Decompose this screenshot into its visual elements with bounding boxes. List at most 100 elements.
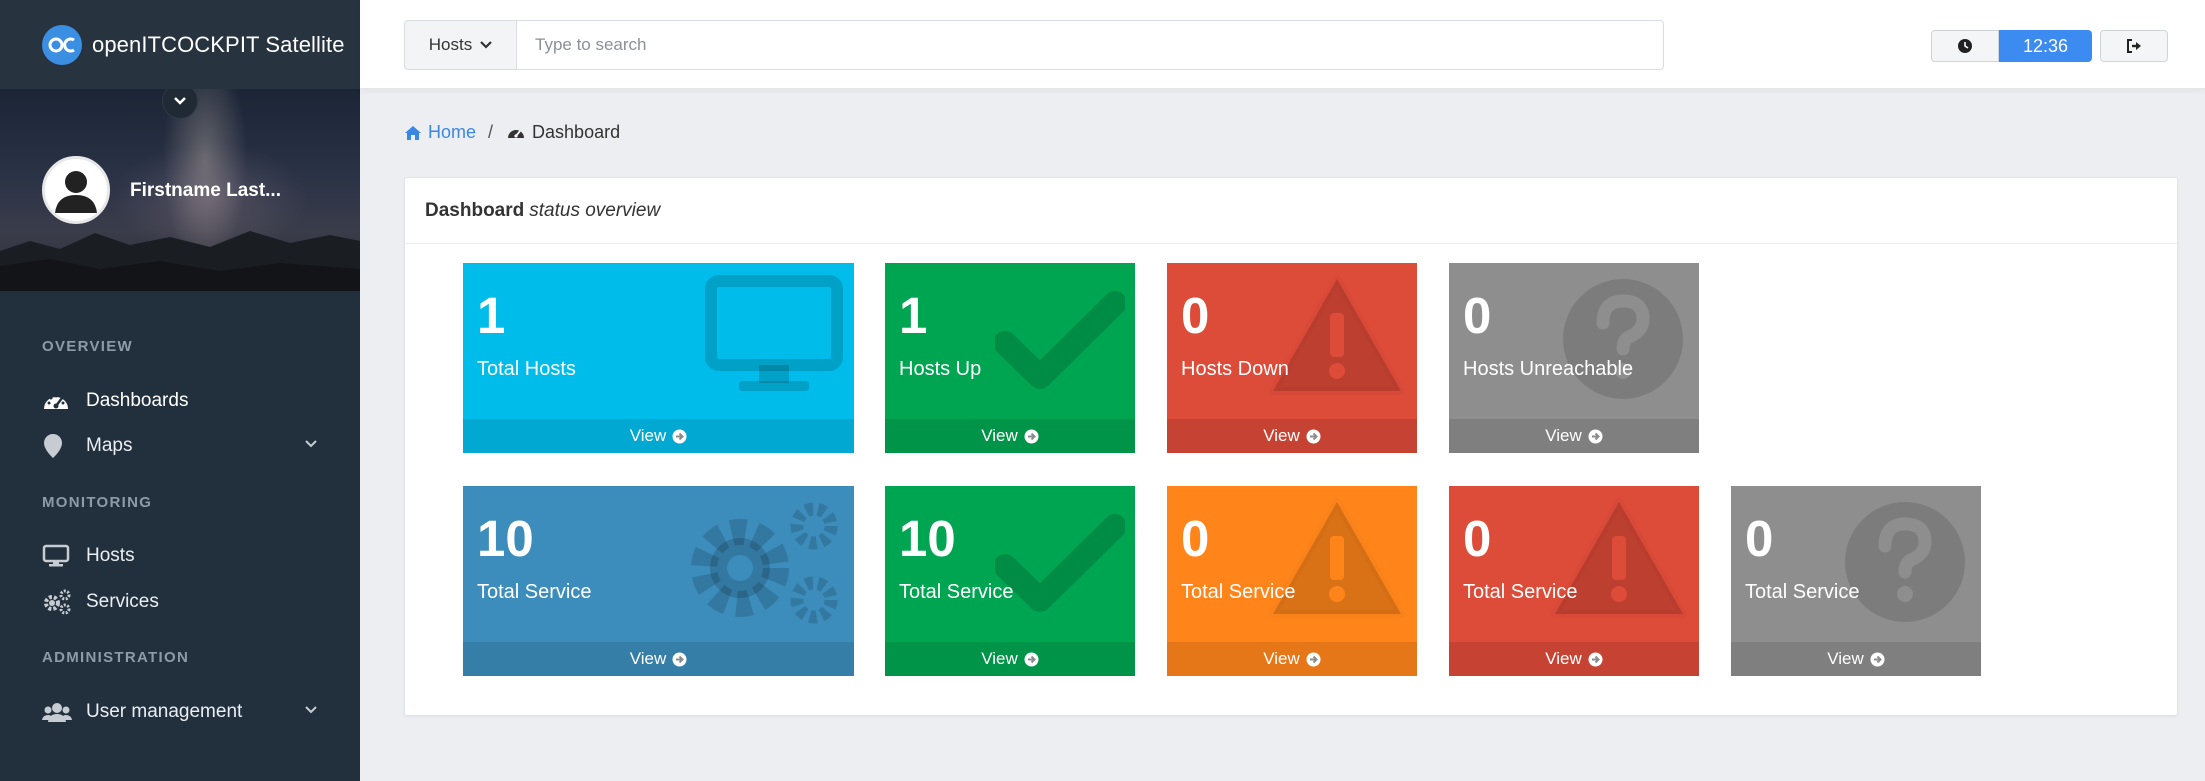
dashboard-icon <box>508 130 525 138</box>
arrow-circle-right-icon <box>672 652 687 666</box>
tile-view-link[interactable]: View <box>885 642 1135 676</box>
tile-count: 0 <box>1745 510 1774 567</box>
search-scope-dropdown[interactable]: Hosts <box>404 20 517 70</box>
caret-down-icon <box>480 41 493 49</box>
tile-view-link[interactable]: View <box>1167 642 1417 676</box>
server-time-button[interactable]: 12:36 <box>1999 30 2092 62</box>
sidebar-item-label: Hosts <box>86 545 135 566</box>
tile-count: 0 <box>1463 510 1492 567</box>
chevron-down-icon <box>174 97 186 105</box>
breadcrumb-separator: / <box>488 122 494 142</box>
user-name[interactable]: Firstname Last... <box>130 180 281 202</box>
chevron-down-icon <box>305 706 317 714</box>
tile-view-link[interactable]: View <box>463 642 854 676</box>
brand-logo <box>42 24 82 65</box>
tile-count: 10 <box>899 510 956 567</box>
question-icon <box>1563 279 1683 399</box>
sign-out-icon <box>2127 39 2141 53</box>
nav-section-administration: ADMINISTRATION <box>42 649 190 666</box>
tile-view-link[interactable]: View <box>885 419 1135 453</box>
sidebar-item-dashboards[interactable]: Dashboards <box>0 381 360 421</box>
arrow-circle-right-icon <box>1024 652 1039 666</box>
cogs-icon <box>691 502 838 624</box>
tile-count: 0 <box>1181 287 1210 344</box>
tile-hosts-unreachable: 0 Hosts Unreachable View <box>1449 263 1699 453</box>
search-scope-label: Hosts <box>428 35 473 54</box>
tile-label: Total Service <box>477 581 592 603</box>
desktop-icon <box>705 275 843 391</box>
tile-count: 1 <box>899 287 928 344</box>
sidebar-item-label: Services <box>86 591 159 612</box>
clock-icon <box>1958 39 1972 53</box>
question-icon <box>1845 502 1965 622</box>
sidebar-item-user-management[interactable]: User management <box>0 692 360 732</box>
sidebar-item-hosts[interactable]: Hosts <box>0 536 360 576</box>
tile-view-link[interactable]: View <box>1449 419 1699 453</box>
tile-label: Total Service <box>899 581 1014 603</box>
tile-view-link[interactable]: View <box>1167 419 1417 453</box>
breadcrumb-home-label: Home <box>428 122 477 142</box>
sidebar-item-maps[interactable]: Maps <box>0 426 360 466</box>
tile-services-critical: 0 Total Service View <box>1449 486 1699 676</box>
tile-view-label: View <box>1263 649 1300 668</box>
breadcrumb-home-link[interactable]: Home <box>404 122 476 143</box>
brand[interactable]: openITCOCKPIT Satellite <box>0 0 360 89</box>
arrow-circle-right-icon <box>1588 429 1603 443</box>
mountain-backdrop <box>0 231 360 291</box>
tile-hosts-up: 1 Hosts Up View <box>885 263 1135 453</box>
tile-count: 0 <box>1463 287 1492 344</box>
tile-view-label: View <box>1545 426 1582 445</box>
tile-view-label: View <box>629 426 667 445</box>
avatar[interactable] <box>42 156 110 224</box>
panel-subtitle: status overview <box>529 199 661 221</box>
tile-total-hosts: 1 Total Hosts View <box>463 263 854 453</box>
tile-services-ok: 10 Total Service View <box>885 486 1135 676</box>
arrow-circle-right-icon <box>1024 429 1039 443</box>
check-icon <box>995 291 1125 389</box>
tile-view-link[interactable]: View <box>1731 642 1981 676</box>
tile-view-link[interactable]: View <box>463 419 854 453</box>
tile-view-link[interactable]: View <box>1449 642 1699 676</box>
cogs-icon <box>42 589 72 615</box>
tile-count: 1 <box>477 287 506 344</box>
tile-count: 10 <box>477 510 534 567</box>
user-icon <box>55 171 97 213</box>
sidebar-item-label: Maps <box>86 435 133 456</box>
sidebar-item-label: Dashboards <box>86 390 189 411</box>
tile-view-label: View <box>1827 649 1864 668</box>
nav-section-monitoring: MONITORING <box>42 494 153 511</box>
map-marker-icon <box>42 433 72 459</box>
tile-services-unknown: 0 Total Service View <box>1731 486 1981 676</box>
tile-services-warning: 0 Total Service View <box>1167 486 1417 676</box>
search-input[interactable] <box>517 20 1664 70</box>
breadcrumb-current-label: Dashboard <box>532 122 621 142</box>
tile-label: Total Service <box>1181 581 1296 603</box>
arrow-circle-right-icon <box>1306 652 1321 666</box>
sidebar-item-services[interactable]: Services <box>0 582 360 622</box>
arrow-circle-right-icon <box>672 429 687 443</box>
home-icon <box>405 125 421 140</box>
logout-button[interactable] <box>2100 30 2168 62</box>
breadcrumb: Home / Dashboard <box>404 122 620 143</box>
arrow-circle-right-icon <box>1870 652 1885 666</box>
dashboard-icon <box>42 388 72 414</box>
tile-total-services: 10 Total Service View <box>463 486 854 676</box>
tile-view-label: View <box>1545 649 1582 668</box>
tile-label: Total Service <box>1745 581 1860 603</box>
search-bar: Hosts <box>404 20 1664 70</box>
panel-header: Dashboard status overview <box>405 178 2177 244</box>
tile-count: 0 <box>1181 510 1210 567</box>
arrow-circle-right-icon <box>1588 652 1603 666</box>
tile-hosts-down: 0 Hosts Down View <box>1167 263 1417 453</box>
dashboard-panel: Dashboard status overview 1 Total Hosts … <box>404 177 2178 716</box>
tile-label: Total Hosts <box>477 358 576 380</box>
collapse-profile-button[interactable] <box>162 89 198 119</box>
breadcrumb-current: Dashboard <box>507 122 620 143</box>
desktop-icon <box>42 543 72 569</box>
tile-label: Hosts Down <box>1181 358 1289 380</box>
clock-button[interactable] <box>1931 30 1999 62</box>
sidebar-item-label: User management <box>86 701 243 722</box>
users-icon <box>42 699 72 725</box>
tile-view-label: View <box>981 426 1018 445</box>
user-profile: Firstname Last... <box>0 89 360 291</box>
